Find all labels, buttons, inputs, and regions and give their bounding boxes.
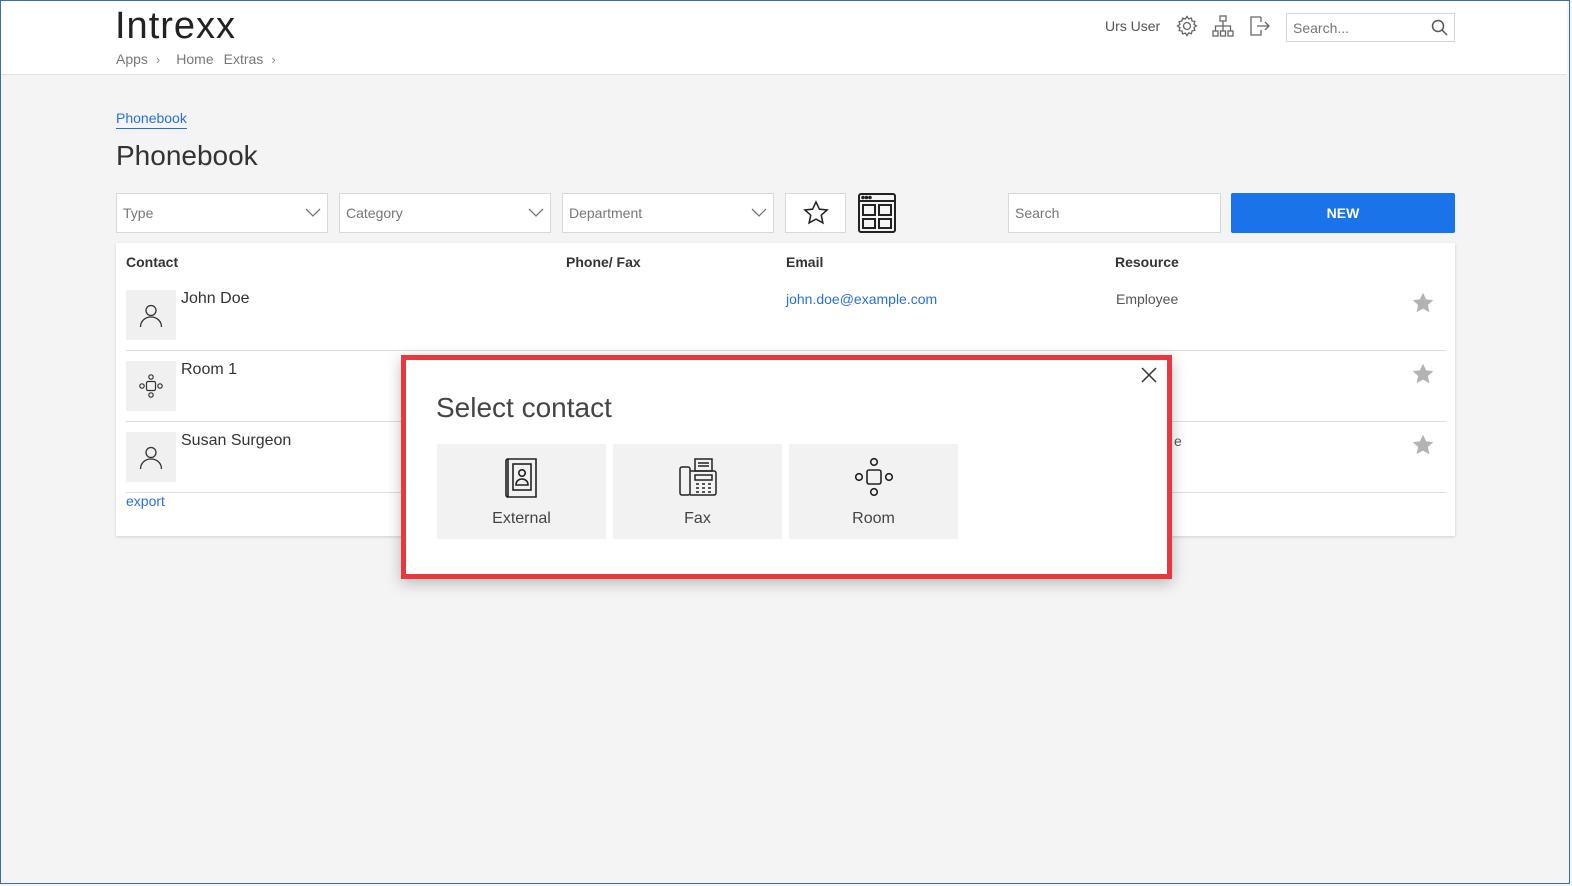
person-icon [126, 432, 176, 482]
department-filter-label: Department [569, 205, 643, 221]
intrexx-logo[interactable]: Intrexx [115, 5, 236, 48]
option-room[interactable]: Room [789, 444, 958, 539]
star-outline-icon [802, 200, 829, 225]
favorites-filter-button[interactable] [785, 193, 846, 233]
favorite-star-icon[interactable] [1410, 361, 1436, 392]
export-link[interactable]: export [126, 493, 165, 509]
column-header-resource[interactable]: Resource [1115, 254, 1179, 270]
search-icon[interactable] [1431, 19, 1448, 41]
chevron-right-icon: › [271, 51, 276, 67]
contact-book-icon [437, 457, 606, 499]
gear-icon[interactable] [1174, 13, 1200, 39]
page-title: Phonebook [116, 140, 258, 171]
category-filter-label: Category [346, 205, 403, 221]
person-icon [126, 290, 176, 340]
breadcrumb-apps[interactable]: Apps [116, 51, 148, 67]
option-fax[interactable]: Fax [613, 444, 782, 539]
breadcrumb: Apps › Home Extras › [116, 51, 282, 67]
user-name[interactable]: Urs User [1105, 18, 1160, 34]
global-search[interactable] [1286, 13, 1455, 42]
option-label: Room [852, 510, 895, 527]
chevron-down-icon [528, 205, 544, 221]
table-row[interactable]: John Doe john.doe@example.com Employee [126, 280, 1446, 351]
category-filter[interactable]: Category [339, 193, 551, 233]
chevron-down-icon [305, 205, 321, 221]
type-filter-label: Type [123, 205, 154, 221]
select-contact-dialog: Select contact External Fax Room [401, 355, 1172, 579]
type-filter[interactable]: Type [116, 193, 328, 233]
option-label: Fax [684, 510, 711, 527]
fax-icon [613, 457, 782, 497]
list-search[interactable] [1008, 193, 1221, 233]
chevron-right-icon: › [155, 51, 161, 67]
column-header-email[interactable]: Email [786, 254, 823, 270]
contact-resource: e [1174, 433, 1182, 449]
new-button[interactable]: NEW [1231, 193, 1455, 233]
app-header: Intrexx Apps › Home Extras › Urs User [1, 1, 1567, 75]
contact-name[interactable]: Room 1 [181, 361, 237, 379]
dialog-title: Select contact [436, 392, 612, 423]
close-icon[interactable] [1139, 365, 1159, 385]
chevron-down-icon [751, 205, 767, 221]
contact-resource: Employee [1116, 291, 1179, 307]
header-tools: Urs User [1105, 13, 1272, 39]
list-search-input[interactable] [1009, 194, 1220, 232]
logout-icon[interactable] [1246, 13, 1272, 39]
favorite-star-icon[interactable] [1410, 290, 1436, 321]
view-toggle-button[interactable] [857, 193, 896, 233]
sitemap-icon[interactable] [1210, 13, 1236, 39]
breadcrumb-extras[interactable]: Extras [224, 51, 264, 67]
phonebook-link[interactable]: Phonebook [116, 110, 187, 129]
option-external[interactable]: External [437, 444, 606, 539]
room-icon [789, 457, 958, 497]
global-search-input[interactable] [1287, 14, 1434, 41]
contact-email[interactable]: john.doe@example.com [786, 291, 937, 307]
column-header-phone-fax[interactable]: Phone/ Fax [566, 254, 641, 270]
breadcrumb-home[interactable]: Home [176, 51, 213, 67]
favorite-star-icon[interactable] [1410, 432, 1436, 463]
department-filter[interactable]: Department [562, 193, 774, 233]
contact-name[interactable]: Susan Surgeon [181, 432, 291, 450]
contact-name[interactable]: John Doe [181, 290, 250, 308]
column-header-contact[interactable]: Contact [126, 254, 178, 270]
option-label: External [492, 510, 551, 527]
tile-view-icon [857, 193, 896, 233]
room-icon [126, 361, 176, 411]
